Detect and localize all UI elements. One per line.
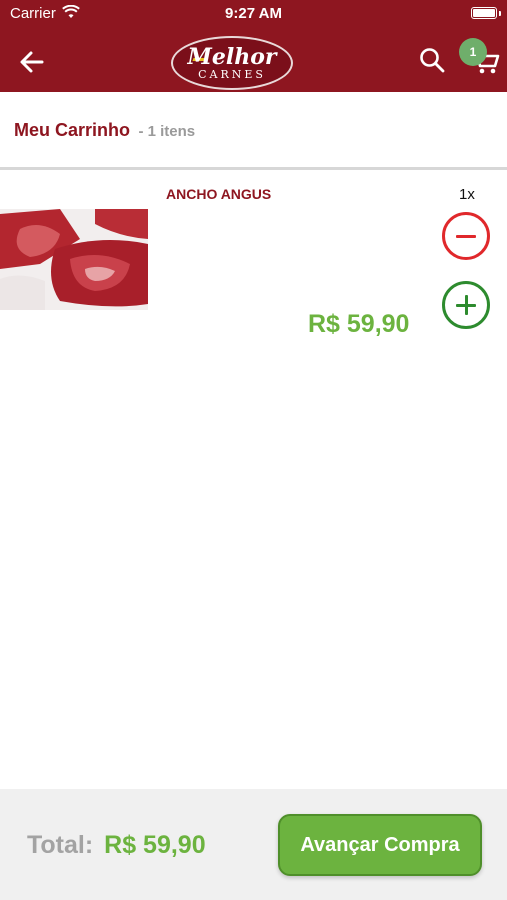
logo-subtitle: CARNES bbox=[198, 68, 266, 81]
decrease-quantity-button[interactable] bbox=[442, 212, 490, 260]
battery-tip bbox=[499, 11, 501, 16]
increase-quantity-button[interactable] bbox=[442, 281, 490, 329]
cart-item-count: - 1 itens bbox=[138, 123, 196, 140]
checkout-button[interactable]: Avançar Compra bbox=[278, 814, 482, 876]
item-name: ANCHO ANGUS bbox=[166, 186, 272, 202]
total-label: Total: bbox=[27, 831, 94, 859]
item-quantity: 1x bbox=[459, 186, 475, 203]
battery-icon bbox=[471, 7, 497, 19]
summary-divider bbox=[0, 167, 507, 170]
app-header: Carrier 9:27 AM Melhor CARNES 1 bbox=[0, 0, 507, 92]
cart-badge[interactable]: 1 bbox=[459, 38, 487, 66]
status-bar: Carrier 9:27 AM bbox=[0, 0, 507, 28]
brand-logo: Melhor CARNES bbox=[171, 36, 293, 90]
logo-title: Melhor bbox=[187, 44, 277, 70]
item-image bbox=[0, 209, 148, 310]
back-arrow-icon[interactable] bbox=[16, 46, 48, 78]
status-time: 9:27 AM bbox=[225, 5, 282, 22]
cart-summary: Meu Carrinho - 1 itens bbox=[14, 120, 195, 141]
total-value: R$ 59,90 bbox=[104, 831, 206, 859]
cart-title: Meu Carrinho bbox=[14, 120, 131, 140]
search-icon[interactable] bbox=[418, 46, 446, 74]
cart-total: Total: R$ 59,90 bbox=[27, 831, 206, 860]
item-price: R$ 59,90 bbox=[308, 310, 410, 338]
